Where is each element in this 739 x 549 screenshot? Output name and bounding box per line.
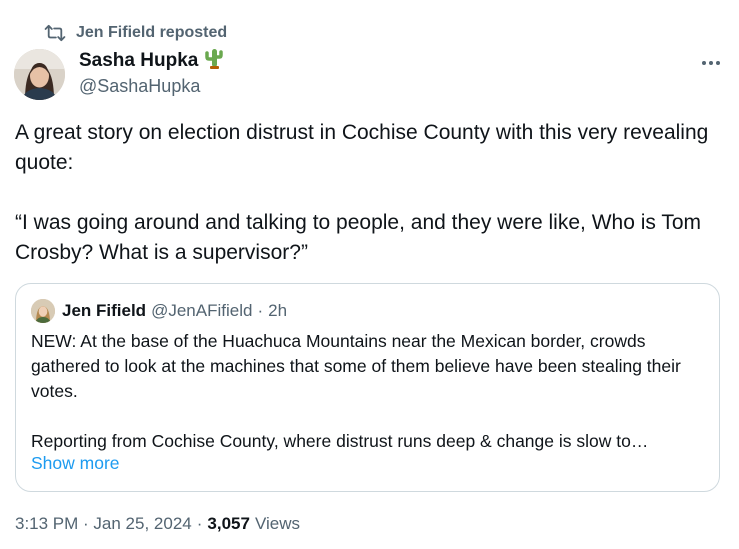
quoted-author-handle[interactable]: @JenAFifield: [151, 301, 252, 321]
quoted-author-avatar[interactable]: [31, 299, 55, 323]
post-paragraph: A great story on election distrust in Co…: [15, 121, 709, 174]
post-timestamp[interactable]: 3:13 PM · Jan 25, 2024: [15, 514, 192, 534]
quoted-post-text: NEW: At the base of the Huachuca Mountai…: [31, 329, 711, 454]
separator-dot: ·: [196, 514, 203, 533]
post-text: A great story on election distrust in Co…: [15, 118, 715, 268]
quoted-post-time[interactable]: 2h: [268, 301, 287, 321]
post-paragraph: “I was going around and talking to peopl…: [15, 211, 702, 264]
views-label: Views: [254, 514, 300, 533]
more-options-button[interactable]: [698, 52, 724, 72]
quoted-paragraph: Reporting from Cochise County, where dis…: [31, 431, 649, 451]
post-meta: 3:13 PM · Jan 25, 2024 · 3,057 Views: [15, 514, 300, 534]
quoted-post-header: Jen Fifield @JenAFifield · 2h: [31, 299, 287, 323]
author-handle[interactable]: @SashaHupka: [79, 76, 200, 97]
repost-icon: [44, 24, 66, 42]
repost-text: Jen Fifield reposted: [76, 24, 228, 41]
author-avatar[interactable]: [14, 49, 65, 100]
repost-indicator[interactable]: Jen Fifield reposted: [44, 22, 227, 44]
author-name[interactable]: Sasha Hupka: [79, 49, 224, 73]
views-count: 3,057: [207, 514, 250, 533]
quoted-post-card[interactable]: Jen Fifield @JenAFifield · 2h NEW: At th…: [15, 283, 720, 492]
quoted-author-name[interactable]: Jen Fifield: [62, 301, 146, 321]
separator-dot: ·: [257, 301, 264, 320]
cactus-icon: [204, 47, 224, 75]
more-horizontal-icon: [701, 53, 721, 71]
show-more-link[interactable]: Show more: [31, 453, 120, 474]
author-name-text: Sasha Hupka: [79, 50, 199, 71]
quoted-paragraph: NEW: At the base of the Huachuca Mountai…: [31, 331, 681, 401]
